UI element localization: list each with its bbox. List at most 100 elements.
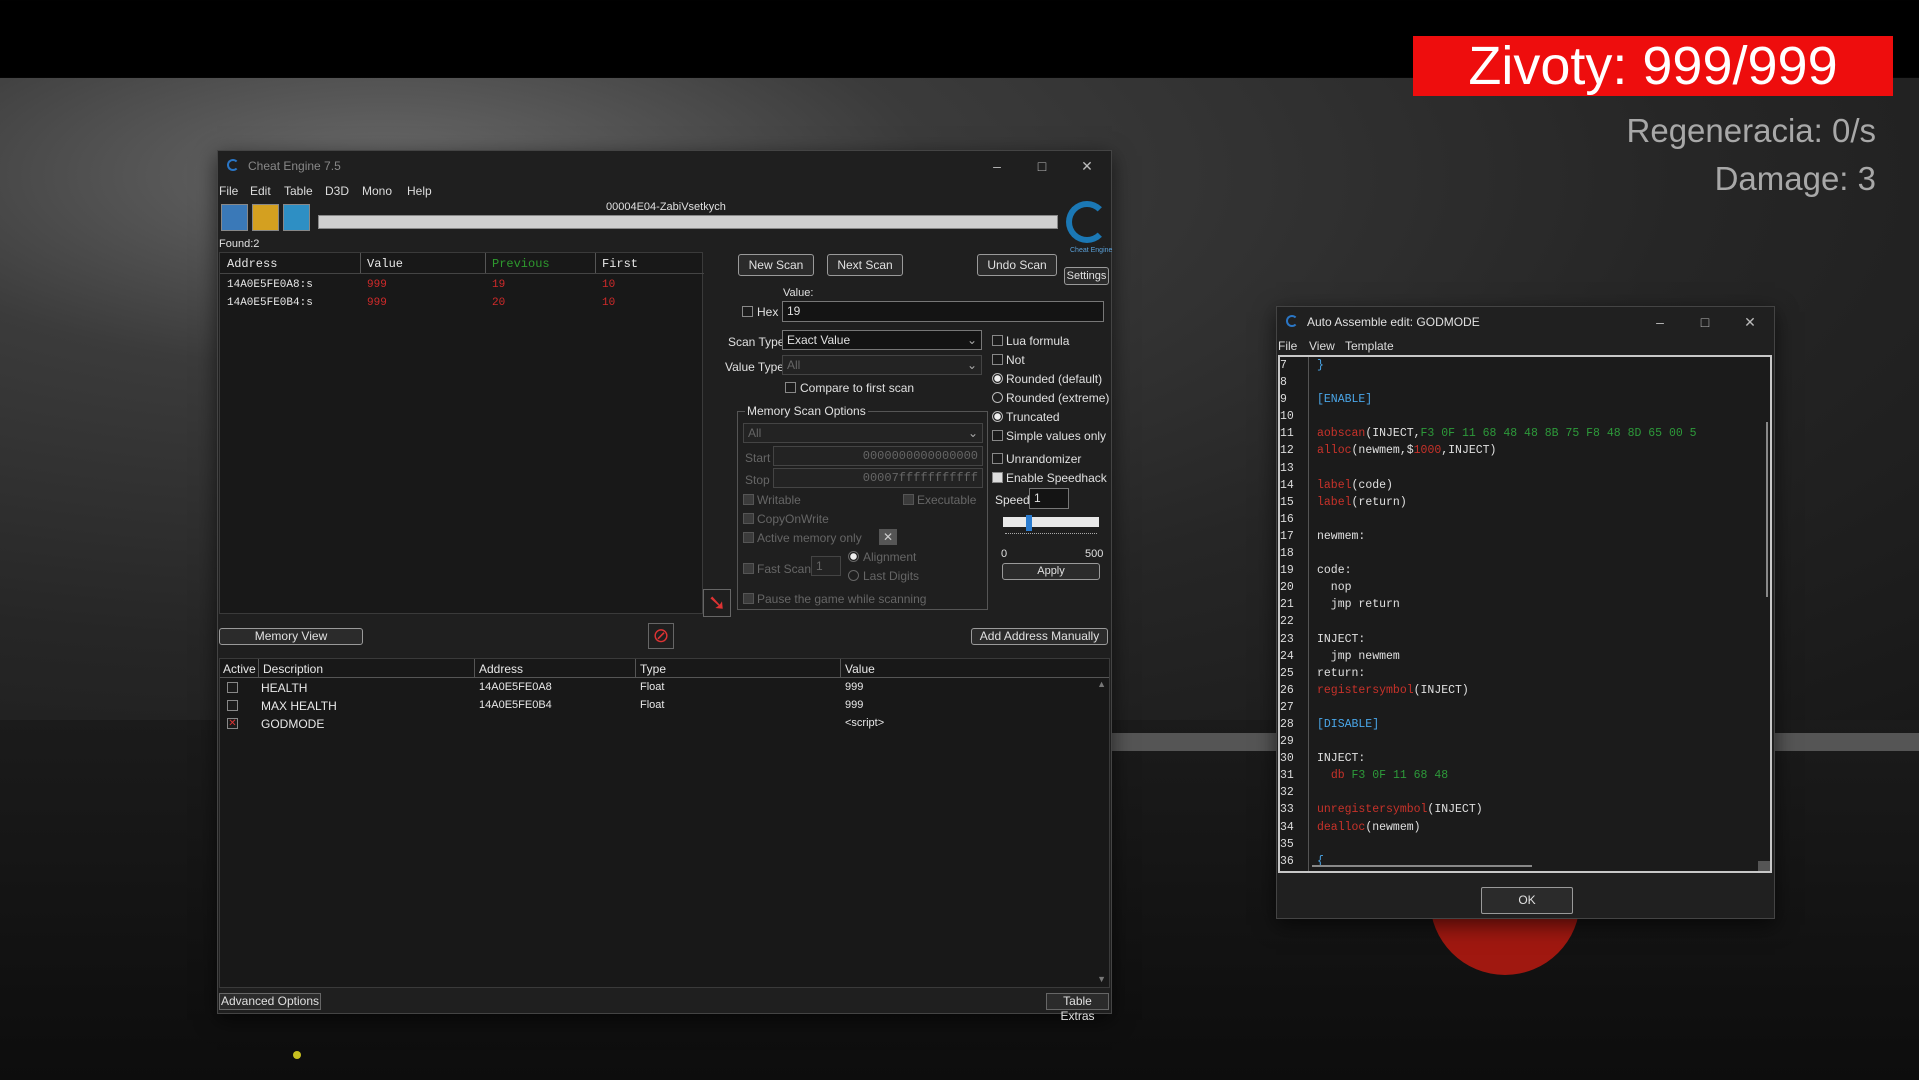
menu-file[interactable]: File — [219, 184, 238, 198]
speed-slider-handle[interactable] — [1026, 515, 1032, 531]
menu-table[interactable]: Table — [284, 184, 313, 198]
apply-speed-button[interactable]: Apply — [1002, 563, 1100, 580]
result-row[interactable]: 14A0E5FE0B4:s 999 20 10 — [220, 295, 704, 313]
last-digits-radio[interactable] — [848, 570, 859, 581]
memory-view-button[interactable]: Memory View — [219, 628, 363, 645]
compare-first-checkbox[interactable] — [785, 382, 796, 393]
speed-input[interactable]: 1 — [1029, 488, 1069, 509]
simple-values-checkbox[interactable] — [992, 430, 1003, 441]
aa-titlebar[interactable]: Auto Assemble edit: GODMODE – □ ✕ — [1277, 307, 1774, 337]
rounded-extreme-label: Rounded (extreme) — [1006, 391, 1110, 405]
pause-game-label: Pause the game while scanning — [757, 592, 927, 606]
table-row[interactable]: HEALTH 14A0E5FE0A8 Float 999 — [220, 679, 1100, 697]
maximize-icon[interactable]: □ — [1694, 311, 1716, 333]
logo-caption: Cheat Engine — [1070, 247, 1113, 254]
close-icon[interactable]: ✕ — [1739, 311, 1761, 333]
hud-health: Zivoty: 999/999 — [1413, 36, 1893, 96]
scroll-up-icon[interactable]: ▲ — [1097, 679, 1106, 689]
menu-mono[interactable]: Mono — [362, 184, 392, 198]
rounded-extreme-radio[interactable] — [992, 392, 1003, 403]
aa-menu-file[interactable]: File — [1278, 339, 1297, 353]
table-col-active[interactable]: Active — [223, 662, 256, 676]
row-description: MAX HEALTH — [261, 699, 337, 713]
pause-game-checkbox[interactable] — [743, 593, 754, 604]
active-checkbox[interactable] — [227, 700, 238, 711]
lua-formula-checkbox[interactable] — [992, 335, 1003, 346]
scroll-down-icon[interactable]: ▼ — [1097, 974, 1106, 984]
executable-checkbox[interactable] — [903, 494, 914, 505]
speed-slider-track[interactable] — [1003, 517, 1099, 527]
scan-type-select[interactable]: Exact Value ⌄ — [782, 330, 982, 350]
not-checkbox[interactable] — [992, 354, 1003, 365]
active-checkbox[interactable]: ✕ — [227, 718, 238, 729]
select-process-icon[interactable] — [221, 204, 248, 231]
row-value: 999 — [845, 699, 864, 711]
active-memory-checkbox[interactable] — [743, 532, 754, 543]
scan-results-list[interactable]: Address Value Previous First 14A0E5FE0A8… — [219, 252, 704, 614]
results-col-value[interactable]: Value — [367, 257, 403, 271]
pointer-arrow-icon[interactable]: ➘ — [703, 589, 731, 617]
aa-menu-template[interactable]: Template — [1345, 339, 1394, 353]
alignment-radio[interactable] — [848, 551, 859, 562]
ce-titlebar[interactable]: Cheat Engine 7.5 – □ ✕ — [218, 151, 1111, 181]
rounded-default-radio[interactable] — [992, 373, 1003, 384]
start-address-input[interactable]: 0000000000000000 — [773, 446, 983, 466]
result-row[interactable]: 14A0E5FE0A8:s 999 19 10 — [220, 277, 704, 295]
script-editor[interactable]: 7 8 9 10 11 12 13 14 15 16 17 18 19 20 21 22 23 24 25 26 27 2… — [1278, 355, 1772, 873]
close-icon[interactable]: ✕ — [879, 529, 897, 545]
menu-d3d[interactable]: D3D — [325, 184, 349, 198]
truncated-radio[interactable] — [992, 411, 1003, 422]
speedhack-checkbox[interactable] — [992, 472, 1003, 483]
next-scan-button[interactable]: Next Scan — [827, 254, 903, 276]
writable-checkbox[interactable] — [743, 494, 754, 505]
close-icon[interactable]: ✕ — [1076, 155, 1098, 177]
maximize-icon[interactable]: □ — [1031, 155, 1053, 177]
process-name: 00004E04-ZabiVsetkych — [606, 201, 726, 213]
aa-menu-view[interactable]: View — [1309, 339, 1335, 353]
horizontal-scrollbar[interactable] — [1312, 865, 1532, 867]
fast-scan-input[interactable]: 1 — [811, 556, 841, 576]
result-value: 999 — [367, 279, 387, 291]
copyonwrite-checkbox[interactable] — [743, 513, 754, 524]
memory-region-select[interactable]: All ⌄ — [743, 423, 983, 443]
value-input[interactable]: 19 — [782, 301, 1104, 322]
new-scan-button[interactable]: New Scan — [738, 254, 814, 276]
unrandomizer-checkbox[interactable] — [992, 453, 1003, 464]
hex-checkbox[interactable] — [742, 306, 753, 317]
fast-scan-checkbox[interactable] — [743, 563, 754, 574]
table-row[interactable]: ✕ GODMODE <script> — [220, 715, 1100, 733]
value-type-select[interactable]: All ⌄ — [782, 355, 982, 375]
open-file-icon[interactable] — [252, 204, 279, 231]
save-icon[interactable] — [283, 204, 310, 231]
advanced-options-button[interactable]: Advanced Options — [219, 993, 321, 1010]
vertical-scrollbar[interactable] — [1766, 422, 1768, 597]
hud-damage: Damage: 3 — [1714, 160, 1876, 197]
table-col-address[interactable]: Address — [479, 662, 523, 676]
results-col-address[interactable]: Address — [227, 257, 277, 271]
add-address-manually-button[interactable]: Add Address Manually — [971, 628, 1108, 645]
minimize-icon[interactable]: – — [986, 155, 1008, 177]
undo-scan-button[interactable]: Undo Scan — [977, 254, 1057, 276]
results-col-first[interactable]: First — [602, 257, 638, 271]
row-address: 14A0E5FE0B4 — [479, 699, 552, 711]
menu-edit[interactable]: Edit — [250, 184, 271, 198]
cheat-engine-logo-icon[interactable] — [1066, 201, 1108, 243]
stop-address-input[interactable]: 00007fffffffffff — [773, 468, 983, 488]
active-checkbox[interactable] — [227, 682, 238, 693]
table-col-value[interactable]: Value — [845, 662, 875, 676]
results-col-previous[interactable]: Previous — [492, 257, 550, 271]
table-col-description[interactable]: Description — [263, 662, 323, 676]
table-row[interactable]: MAX HEALTH 14A0E5FE0B4 Float 999 — [220, 697, 1100, 715]
ok-button[interactable]: OK — [1481, 887, 1573, 914]
address-table[interactable]: Active Description Address Type Value HE… — [219, 658, 1110, 988]
table-col-type[interactable]: Type — [640, 662, 666, 676]
result-first: 10 — [602, 279, 616, 291]
memory-scan-options-title: Memory Scan Options — [745, 404, 868, 418]
menu-help[interactable]: Help — [407, 184, 432, 198]
minimize-icon[interactable]: – — [1649, 311, 1671, 333]
settings-button[interactable]: Settings — [1064, 267, 1109, 285]
stop-icon[interactable]: ⊘ — [648, 623, 674, 649]
result-value: 999 — [367, 297, 387, 309]
table-extras-button[interactable]: Table Extras — [1046, 993, 1109, 1023]
row-value: <script> — [845, 717, 885, 729]
